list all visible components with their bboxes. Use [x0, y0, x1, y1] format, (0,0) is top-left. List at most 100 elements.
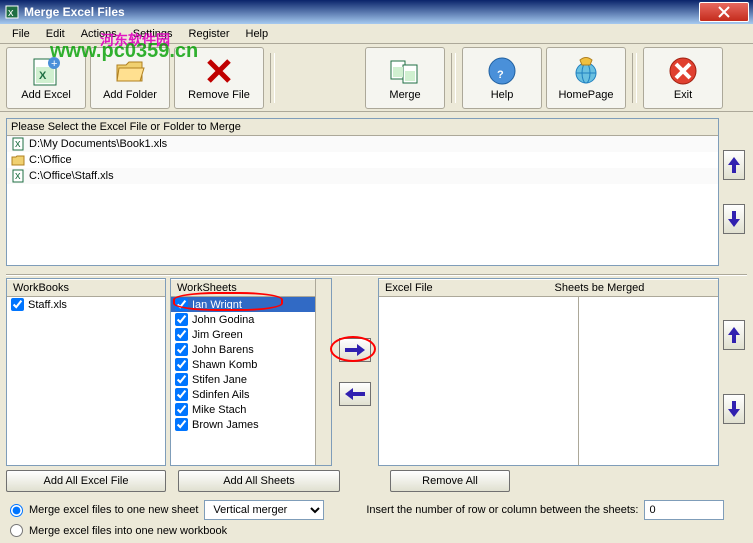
- worksheet-row[interactable]: Brown James: [171, 417, 315, 432]
- sheets-merged-header: Sheets be Merged: [549, 279, 719, 297]
- app-icon: x: [4, 4, 20, 20]
- worksheet-name: Stifen Jane: [192, 374, 247, 386]
- worksheet-checkbox[interactable]: [175, 328, 188, 341]
- file-path: D:\My Documents\Book1.xls: [29, 138, 167, 150]
- folder-add-icon: [114, 55, 146, 87]
- worksheets-header: WorkSheets: [171, 279, 315, 297]
- worksheet-row[interactable]: John Godina: [171, 312, 315, 327]
- file-list-header: Please Select the Excel File or Folder t…: [7, 119, 718, 136]
- worksheet-name: Sdinfen Ails: [192, 389, 249, 401]
- close-icon: [718, 6, 730, 18]
- worksheet-checkbox[interactable]: [175, 298, 188, 311]
- worksheet-checkbox[interactable]: [175, 403, 188, 416]
- workbooks-panel: WorkBooks Staff.xls: [6, 278, 166, 466]
- insert-number-label: Insert the number of row or column betwe…: [366, 504, 638, 516]
- merge-one-sheet-radio[interactable]: [10, 504, 23, 517]
- file-row[interactable]: C:\Office: [7, 152, 718, 168]
- worksheet-name: John Barens: [192, 344, 254, 356]
- menu-register[interactable]: Register: [181, 26, 238, 42]
- svg-text:X: X: [39, 70, 47, 82]
- worksheets-scrollbar[interactable]: [315, 279, 331, 465]
- worksheet-row[interactable]: Sdinfen Ails: [171, 387, 315, 402]
- worksheet-row[interactable]: Ian Wrignt: [171, 297, 315, 312]
- excel-add-icon: X+: [30, 55, 62, 87]
- help-button[interactable]: ? Help: [462, 47, 542, 109]
- insert-number-input[interactable]: [644, 500, 724, 520]
- menubar: File Edit Actions Settings Register Help: [0, 24, 753, 44]
- toolbar-separator: [451, 53, 456, 103]
- homepage-icon: [570, 55, 602, 87]
- menu-actions[interactable]: Actions: [73, 26, 125, 42]
- merger-type-select[interactable]: Vertical merger: [204, 500, 324, 520]
- toolbar-separator: [632, 53, 637, 103]
- add-excel-label: Add Excel: [21, 89, 71, 101]
- file-row[interactable]: x D:\My Documents\Book1.xls: [7, 136, 718, 152]
- add-all-sheets-label: Add All Sheets: [223, 475, 295, 487]
- remove-file-button[interactable]: Remove File: [174, 47, 264, 109]
- arrow-up-icon: [726, 155, 742, 175]
- arrow-down-icon: [726, 399, 742, 419]
- exit-label: Exit: [674, 89, 692, 101]
- svg-text:?: ?: [497, 69, 504, 81]
- remove-from-merge-button[interactable]: [339, 382, 371, 406]
- svg-text:x: x: [15, 170, 21, 182]
- add-to-merge-button[interactable]: [339, 338, 371, 362]
- merge-move-up-button[interactable]: [723, 320, 745, 350]
- worksheet-checkbox[interactable]: [175, 388, 188, 401]
- worksheet-row[interactable]: Shawn Komb: [171, 357, 315, 372]
- worksheet-name: John Godina: [192, 314, 254, 326]
- remove-file-label: Remove File: [188, 89, 250, 101]
- merge-button[interactable]: Merge: [365, 47, 445, 109]
- arrow-up-icon: [726, 325, 742, 345]
- file-row[interactable]: xC:\Office\Staff.xls: [7, 168, 718, 184]
- merge-move-down-button[interactable]: [723, 394, 745, 424]
- worksheet-checkbox[interactable]: [175, 358, 188, 371]
- arrow-down-icon: [726, 209, 742, 229]
- worksheet-row[interactable]: Stifen Jane: [171, 372, 315, 387]
- homepage-button[interactable]: HomePage: [546, 47, 626, 109]
- xls-file-icon: x: [11, 169, 25, 183]
- homepage-label: HomePage: [558, 89, 613, 101]
- worksheet-checkbox[interactable]: [175, 373, 188, 386]
- menu-settings[interactable]: Settings: [125, 26, 181, 42]
- add-folder-button[interactable]: Add Folder: [90, 47, 170, 109]
- workbook-checkbox[interactable]: [11, 298, 24, 311]
- worksheet-row[interactable]: Mike Stach: [171, 402, 315, 417]
- add-excel-button[interactable]: X+ Add Excel: [6, 47, 86, 109]
- svg-text:x: x: [15, 138, 21, 150]
- worksheet-name: Shawn Komb: [192, 359, 257, 371]
- worksheet-checkbox[interactable]: [175, 343, 188, 356]
- merge-label: Merge: [389, 89, 420, 101]
- menu-help[interactable]: Help: [238, 26, 277, 42]
- add-folder-label: Add Folder: [103, 89, 157, 101]
- toolbar: X+ Add Excel Add Folder Remove File Merg…: [0, 44, 753, 112]
- exit-icon: [667, 55, 699, 87]
- menu-file[interactable]: File: [4, 26, 38, 42]
- workbooks-header: WorkBooks: [7, 279, 165, 297]
- merge-icon: [389, 55, 421, 87]
- workbook-row[interactable]: Staff.xls: [7, 297, 165, 312]
- svg-text:x: x: [8, 7, 14, 19]
- workbook-name: Staff.xls: [28, 299, 67, 311]
- window-close-button[interactable]: [699, 2, 749, 22]
- worksheet-row[interactable]: John Barens: [171, 342, 315, 357]
- arrow-left-icon: [343, 386, 367, 402]
- toolbar-separator: [270, 53, 275, 103]
- add-all-excel-button[interactable]: Add All Excel File: [6, 470, 166, 492]
- svg-text:+: +: [51, 58, 57, 70]
- worksheet-checkbox[interactable]: [175, 313, 188, 326]
- remove-all-label: Remove All: [422, 475, 478, 487]
- move-up-button[interactable]: [723, 150, 745, 180]
- worksheet-name: Jim Green: [192, 329, 243, 341]
- merge-target-panel: Excel File Sheets be Merged: [378, 278, 719, 466]
- folder-icon: [11, 153, 25, 167]
- worksheet-row[interactable]: Jim Green: [171, 327, 315, 342]
- window-title: Merge Excel Files: [24, 5, 699, 19]
- merge-one-workbook-radio[interactable]: [10, 524, 23, 537]
- worksheet-checkbox[interactable]: [175, 418, 188, 431]
- move-down-button[interactable]: [723, 204, 745, 234]
- menu-edit[interactable]: Edit: [38, 26, 73, 42]
- add-all-sheets-button[interactable]: Add All Sheets: [178, 470, 340, 492]
- exit-button[interactable]: Exit: [643, 47, 723, 109]
- remove-all-button[interactable]: Remove All: [390, 470, 510, 492]
